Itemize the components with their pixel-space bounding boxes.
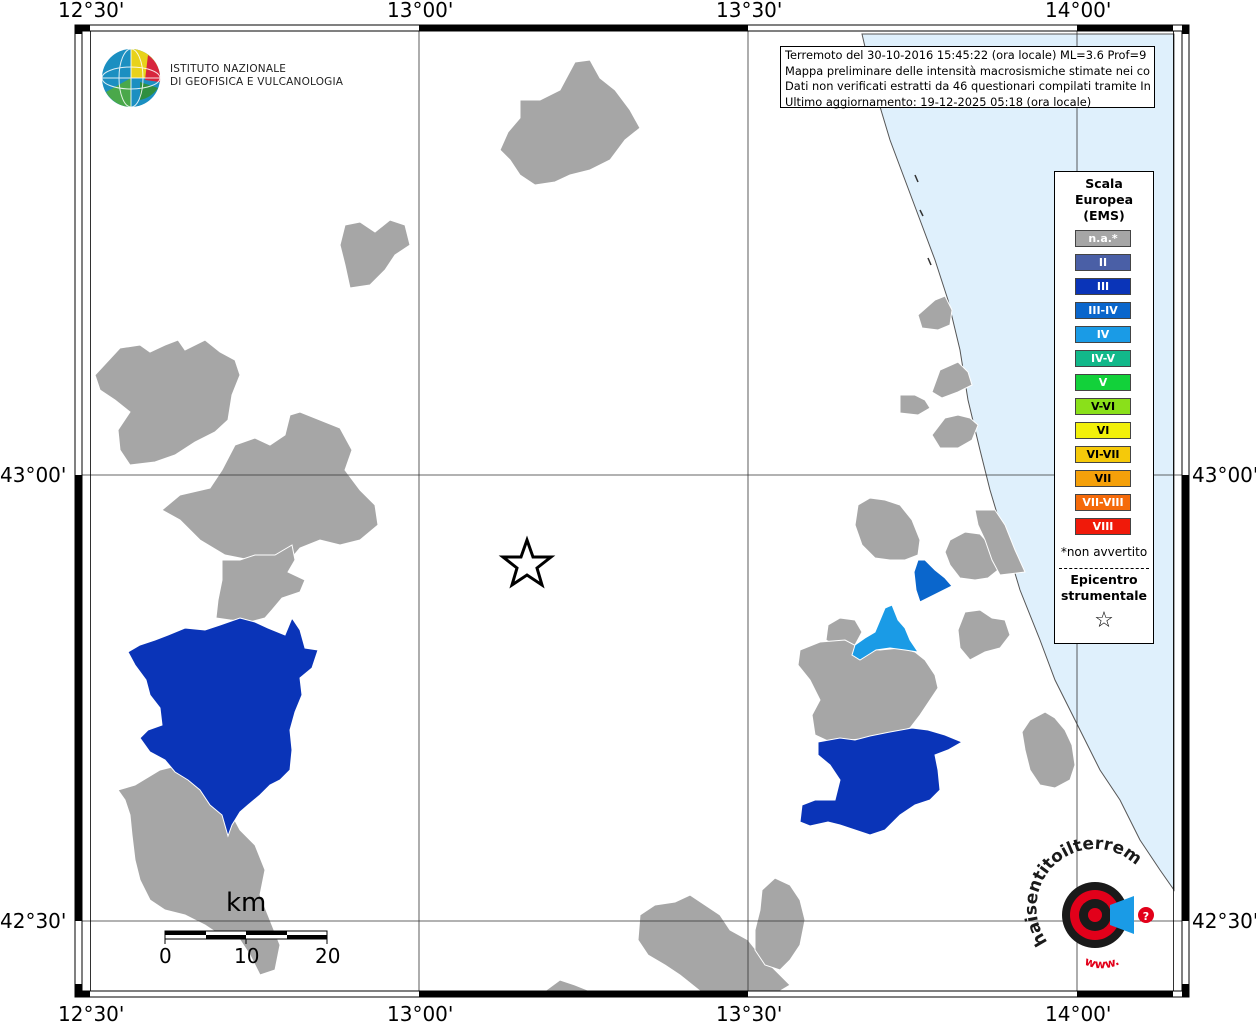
legend-item: VI bbox=[1075, 422, 1131, 439]
legend-item: III bbox=[1075, 278, 1131, 295]
right-lat-label-1: 43°00' bbox=[1192, 463, 1256, 487]
event-info-line-1: Terremoto del 30-10-2016 15:45:22 (ora l… bbox=[785, 48, 1150, 62]
right-lat-label-2: 42°30' bbox=[1192, 909, 1256, 933]
legend-item: V bbox=[1075, 374, 1131, 391]
scale-tick-10: 10 bbox=[234, 944, 260, 968]
scale-tick-0: 0 bbox=[159, 944, 172, 968]
legend-title-line-3: (EMS) bbox=[1083, 208, 1125, 223]
institute-name: ISTITUTO NAZIONALE DI GEOFISICA E VULCAN… bbox=[170, 63, 343, 89]
event-info-line-3: Dati non verificati estratti da 46 quest… bbox=[785, 79, 1150, 93]
legend-epicenter-label: Epicentro strumentale bbox=[1055, 572, 1153, 604]
top-lon-label-1: 12°30' bbox=[58, 0, 125, 22]
top-lon-label-3: 13°30' bbox=[716, 0, 783, 22]
legend-title-line-2: Europea bbox=[1074, 192, 1134, 207]
legend-item: VII-VIII bbox=[1075, 494, 1131, 511]
legend-item: VIII bbox=[1075, 518, 1131, 535]
ingv-globe-icon bbox=[101, 48, 161, 108]
event-info-box: Terremoto del 30-10-2016 15:45:22 (ora l… bbox=[780, 46, 1155, 109]
legend-item: n.a.* bbox=[1075, 230, 1131, 247]
bottom-lon-label-2: 13°00' bbox=[387, 1002, 454, 1026]
legend-epicenter-line-1: Epicentro bbox=[1070, 572, 1138, 587]
scale-unit: km bbox=[226, 888, 267, 918]
top-lon-label-4: 14°00' bbox=[1045, 0, 1112, 22]
scale-tick-20: 20 bbox=[315, 944, 341, 968]
top-lon-label-2: 13°00' bbox=[387, 0, 454, 22]
left-lat-label-1: 43°00' bbox=[0, 463, 67, 487]
svg-text:?: ? bbox=[1143, 910, 1149, 923]
legend-divider bbox=[1059, 568, 1149, 569]
bottom-lon-label-1: 12°30' bbox=[58, 1002, 125, 1026]
bottom-lon-label-3: 13°30' bbox=[716, 1002, 783, 1026]
legend-item: VI-VII bbox=[1075, 446, 1131, 463]
legend-title: Scala Europea (EMS) bbox=[1055, 176, 1153, 224]
institute-line-2: DI GEOFISICA E VULCANOLOGIA bbox=[170, 76, 344, 88]
legend-item: III-IV bbox=[1075, 302, 1131, 319]
event-info-line-2: Mappa preliminare delle intensità macros… bbox=[785, 63, 1150, 78]
legend-title-line-1: Scala bbox=[1085, 176, 1123, 191]
event-info-line-4: Ultimo aggiornamento: 19-12-2025 05:18 (… bbox=[785, 94, 1092, 109]
institute-line-1: ISTITUTO NAZIONALE bbox=[170, 63, 287, 75]
legend-item: II bbox=[1075, 254, 1131, 271]
ems-legend: Scala Europea (EMS) n.a.* II III III-IV IV IV… bbox=[1054, 171, 1154, 644]
legend-star-icon: ☆ bbox=[1094, 608, 1114, 633]
legend-note: *non avvertito bbox=[1060, 545, 1148, 559]
legend-epicenter-line-2: strumentale bbox=[1060, 588, 1148, 603]
legend-item: V-VI bbox=[1075, 398, 1131, 415]
legend-item: IV-V bbox=[1075, 350, 1131, 367]
legend-item: IV bbox=[1075, 326, 1131, 343]
bottom-lon-label-4: 14°00' bbox=[1045, 1002, 1112, 1026]
legend-item: VII bbox=[1075, 470, 1131, 487]
left-lat-label-2: 42°30' bbox=[0, 909, 67, 933]
